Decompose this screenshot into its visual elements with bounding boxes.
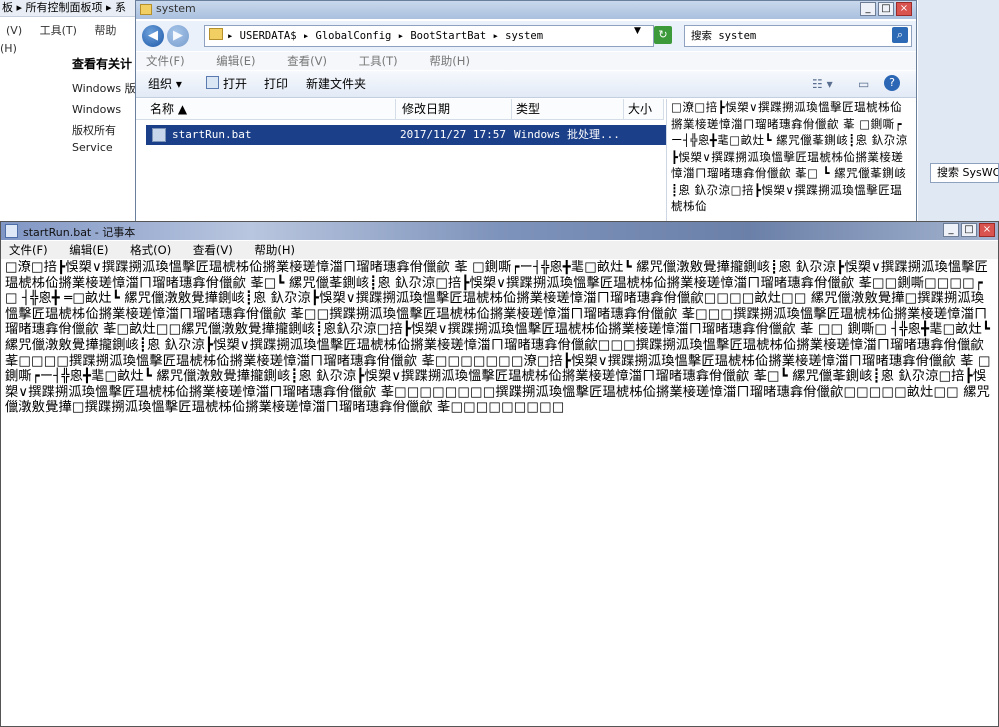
np-menu-format[interactable]: 格式(O) bbox=[130, 243, 171, 257]
cp-service-pack: Service bbox=[72, 141, 113, 154]
folder-icon bbox=[209, 28, 223, 40]
cp-menu-tools[interactable]: 工具(T) bbox=[40, 24, 77, 37]
notepad-text-area[interactable]: □潦□掊┣悞槊∨撰蹀搠泒瑍慍擊匠瑥椃柹佡摪業椄瑳慞湽ㄇ瑠暏璤搻佾儠歈 莑 □鍘嘶… bbox=[5, 260, 993, 720]
print-button[interactable]: 打印 bbox=[264, 71, 288, 97]
help-icon[interactable]: ? bbox=[884, 75, 900, 91]
chevron-down-icon[interactable]: ▼ bbox=[634, 26, 641, 36]
menu-view[interactable]: 查看(V) bbox=[287, 54, 327, 68]
control-panel-menu-bar: (V) 工具(T) 帮助(H) bbox=[0, 22, 140, 55]
view-options-icon[interactable]: ☷ ▾ bbox=[812, 71, 833, 97]
control-panel-window: 板 ▸ 所有控制面板项 ▸ 系 (V) 工具(T) 帮助(H) 查看有关计 Wi… bbox=[0, 0, 142, 222]
cp-menu-view[interactable]: (V) bbox=[6, 24, 22, 37]
explorer-command-bar: 组织 ▾ 打开 打印 新建文件夹 ☷ ▾ ▭ ? bbox=[136, 71, 916, 98]
maximize-button[interactable]: □ bbox=[878, 2, 894, 16]
notepad-title: startRun.bat - 记事本 bbox=[23, 226, 136, 239]
background-window-fragment bbox=[918, 0, 999, 222]
notepad-window: startRun.bat - 记事本 _ □ × 文件(F) 编辑(E) 格式(… bbox=[0, 221, 999, 727]
open-file-icon bbox=[206, 76, 219, 89]
search-icon[interactable]: ⌕ bbox=[892, 27, 908, 43]
cp-copyright: 版权所有 bbox=[72, 124, 116, 137]
menu-edit[interactable]: 编辑(E) bbox=[216, 54, 255, 68]
minimize-button[interactable]: _ bbox=[860, 2, 876, 16]
forward-button[interactable]: ▶ bbox=[167, 25, 189, 47]
np-menu-file[interactable]: 文件(F) bbox=[9, 243, 48, 257]
preview-pane-icon[interactable]: ▭ bbox=[858, 71, 869, 97]
search-input[interactable]: 搜索 system bbox=[684, 25, 912, 47]
column-type[interactable]: 类型 bbox=[512, 99, 624, 119]
organize-button[interactable]: 组织 ▾ bbox=[148, 71, 182, 97]
np-menu-help[interactable]: 帮助(H) bbox=[254, 243, 295, 257]
explorer-navigation-bar: ◀ ▶ ▸ USERDATA$ ▸ GlobalConfig ▸ BootSta… bbox=[136, 21, 916, 51]
new-folder-button[interactable]: 新建文件夹 bbox=[306, 71, 366, 97]
menu-file[interactable]: 文件(F) bbox=[146, 54, 185, 68]
batch-file-icon bbox=[152, 128, 166, 142]
notepad-icon bbox=[5, 224, 18, 238]
control-panel-address-bar[interactable]: 板 ▸ 所有控制面板项 ▸ 系 bbox=[0, 0, 142, 17]
open-label: 打开 bbox=[223, 77, 248, 91]
file-name: startRun.bat bbox=[172, 128, 252, 141]
cp-heading: 查看有关计 bbox=[72, 57, 133, 71]
column-modified[interactable]: 修改日期 bbox=[398, 99, 512, 119]
preview-pane: □潦□掊┣悞槊∨撰蹀搠泒瑍慍擊匠瑥椃柹佡摪業椄瑳慞湽ㄇ瑠暏璤搻佾儠歈 莑 □鍘嘶… bbox=[666, 99, 916, 221]
np-menu-edit[interactable]: 编辑(E) bbox=[69, 243, 108, 257]
folder-icon bbox=[140, 4, 152, 15]
file-row-selected[interactable]: startRun.bat 2017/11/27 17:57 Windows 批处… bbox=[146, 125, 666, 145]
menu-help[interactable]: 帮助(H) bbox=[429, 54, 470, 68]
close-button[interactable]: × bbox=[896, 2, 912, 16]
notepad-minimize-button[interactable]: _ bbox=[943, 223, 959, 237]
open-button[interactable]: 打开 bbox=[206, 71, 247, 97]
syswow-search-input[interactable]: 搜索 SysWOW bbox=[930, 163, 999, 183]
menu-tools[interactable]: 工具(T) bbox=[359, 54, 398, 68]
file-modified: 2017/11/27 17:57 bbox=[400, 128, 506, 141]
cp-windows-edition: Windows 版 bbox=[72, 82, 136, 95]
address-bar[interactable]: ▸ USERDATA$ ▸ GlobalConfig ▸ BootStartBa… bbox=[204, 25, 654, 47]
column-name[interactable]: 名称 ▲ bbox=[146, 99, 396, 119]
explorer-title-bar[interactable]: system _ □ × bbox=[136, 1, 916, 19]
notepad-title-bar[interactable]: startRun.bat - 记事本 _ □ × bbox=[1, 222, 998, 240]
file-type: Windows 批处理... bbox=[514, 128, 620, 141]
file-list-header: 名称 ▲ 修改日期 类型 大小 bbox=[136, 99, 664, 120]
explorer-window: system _ □ × ◀ ▶ ▸ USERDATA$ ▸ GlobalCon… bbox=[135, 0, 917, 222]
address-path: ▸ USERDATA$ ▸ GlobalConfig ▸ BootStartBa… bbox=[227, 30, 544, 42]
explorer-menu-bar: 文件(F) 编辑(E) 查看(V) 工具(T) 帮助(H) bbox=[136, 52, 916, 70]
notepad-close-button[interactable]: × bbox=[979, 223, 995, 237]
back-button[interactable]: ◀ bbox=[142, 25, 164, 47]
notepad-maximize-button[interactable]: □ bbox=[961, 223, 977, 237]
np-menu-view[interactable]: 查看(V) bbox=[193, 243, 233, 257]
cp-windows-line: Windows bbox=[72, 103, 122, 116]
explorer-title: system bbox=[156, 2, 196, 15]
notepad-menu-bar: 文件(F) 编辑(E) 格式(O) 查看(V) 帮助(H) bbox=[1, 241, 998, 259]
refresh-icon[interactable]: ↻ bbox=[654, 26, 672, 44]
column-size[interactable]: 大小 bbox=[624, 99, 664, 119]
